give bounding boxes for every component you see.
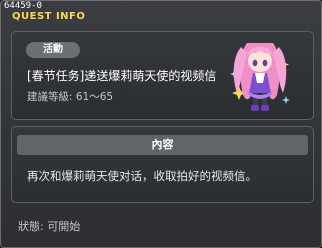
npc-portrait-icon xyxy=(230,43,290,111)
window-title: QUEST INFO xyxy=(12,11,86,22)
recommended-level: 建議等級: 61〜65 xyxy=(27,91,114,103)
content-header: 內容 xyxy=(17,135,308,155)
quest-name: [春节任务]递送爆莉萌天使的视频信 xyxy=(27,69,217,83)
quest-content-panel: 內容 再次和爆莉萌天使对话，收取拍好的视频信。 xyxy=(11,126,314,203)
quest-status: 狀態: 可開始 xyxy=(18,220,81,233)
content-text: 再次和爆莉萌天使对话，收取拍好的视频信。 xyxy=(27,169,257,183)
quest-category-badge: 活動 xyxy=(26,42,80,58)
quest-info-window: 64459-0 QUEST INFO 活動 [春节任务]递送爆莉萌天使的视频信 … xyxy=(0,0,322,248)
